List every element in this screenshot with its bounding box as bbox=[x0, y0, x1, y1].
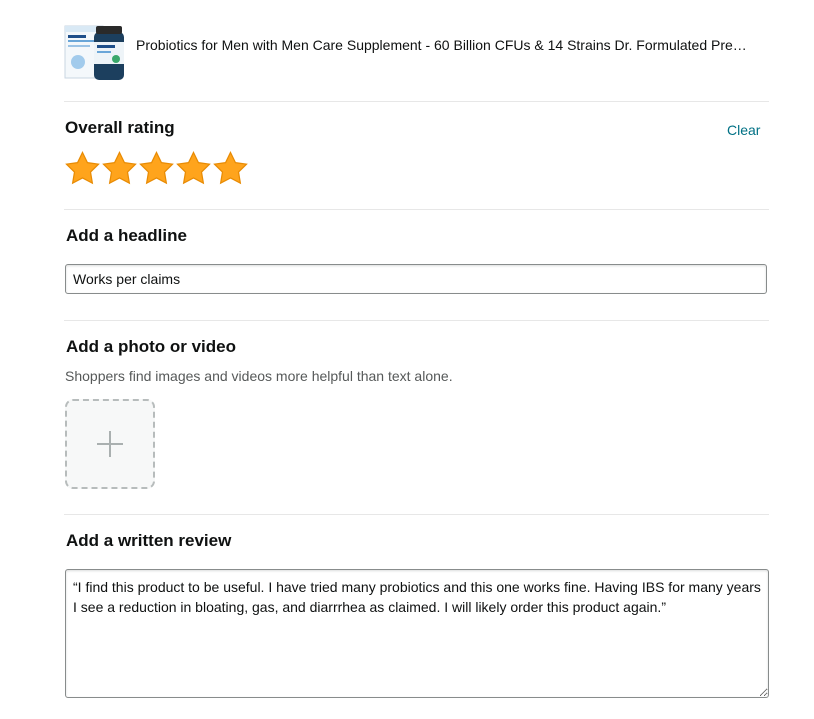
product-title: Probiotics for Men with Men Care Supplem… bbox=[136, 37, 747, 53]
headline-heading: Add a headline bbox=[66, 226, 187, 245]
section-divider bbox=[64, 320, 769, 321]
photo-video-heading: Add a photo or video bbox=[66, 337, 236, 356]
section-divider bbox=[64, 209, 769, 210]
star-icon-3[interactable] bbox=[138, 150, 175, 187]
photo-video-hint: Shoppers find images and videos more hel… bbox=[65, 368, 453, 384]
section-divider bbox=[64, 101, 769, 102]
headline-input[interactable] bbox=[65, 264, 767, 294]
review-textarea[interactable]: “I find this product to be useful. I hav… bbox=[65, 569, 769, 698]
plus-icon bbox=[97, 431, 123, 457]
section-divider bbox=[64, 514, 769, 515]
star-icon-1[interactable] bbox=[64, 150, 101, 187]
star-rating[interactable] bbox=[64, 150, 249, 188]
product-thumbnail bbox=[64, 25, 124, 80]
product-summary: Probiotics for Men with Men Care Supplem… bbox=[64, 22, 769, 86]
star-icon-4[interactable] bbox=[175, 150, 212, 187]
star-icon-5[interactable] bbox=[212, 150, 249, 187]
clear-rating-link[interactable]: Clear bbox=[727, 122, 760, 138]
overall-rating-heading: Overall rating bbox=[65, 118, 175, 137]
add-media-button[interactable] bbox=[65, 399, 155, 489]
star-icon-2[interactable] bbox=[101, 150, 138, 187]
written-review-heading: Add a written review bbox=[66, 531, 232, 550]
